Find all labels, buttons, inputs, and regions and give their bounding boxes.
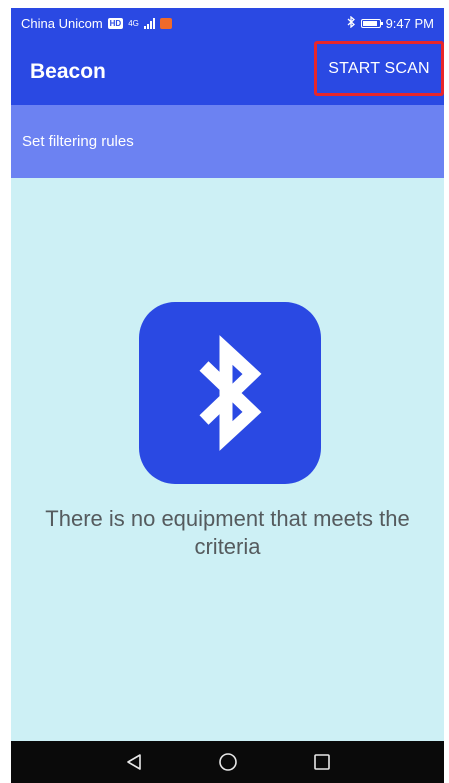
hd-badge: HD — [107, 17, 124, 29]
app-bar: Beacon START SCAN — [11, 38, 444, 105]
home-icon[interactable] — [217, 751, 239, 773]
battery-icon — [360, 18, 383, 28]
filter-rules-label: Set filtering rules — [22, 133, 134, 150]
filter-rules-bar[interactable]: Set filtering rules — [11, 105, 444, 178]
recents-icon[interactable] — [311, 751, 333, 773]
notification-icon — [159, 17, 172, 29]
clock: 9:47 PM — [385, 15, 434, 31]
phone-screen: China Unicom HD 4G 9:47 PM Beacon START … — [11, 8, 444, 783]
status-right: 9:47 PM — [347, 15, 434, 31]
signal-icon — [143, 17, 155, 29]
empty-state-message: There is no equipment that meets the cri… — [45, 506, 410, 559]
status-bar: China Unicom HD 4G 9:47 PM — [11, 8, 444, 38]
carrier-name: China Unicom — [21, 15, 103, 31]
app-title: Beacon — [30, 60, 106, 83]
status-left: China Unicom HD 4G — [21, 16, 172, 31]
bluetooth-icon — [139, 302, 321, 484]
back-icon[interactable] — [123, 751, 145, 773]
start-scan-button[interactable]: START SCAN — [314, 41, 444, 96]
network-type: 4G — [128, 18, 139, 28]
navigation-bar — [11, 741, 444, 783]
bluetooth-status-icon — [347, 15, 356, 31]
